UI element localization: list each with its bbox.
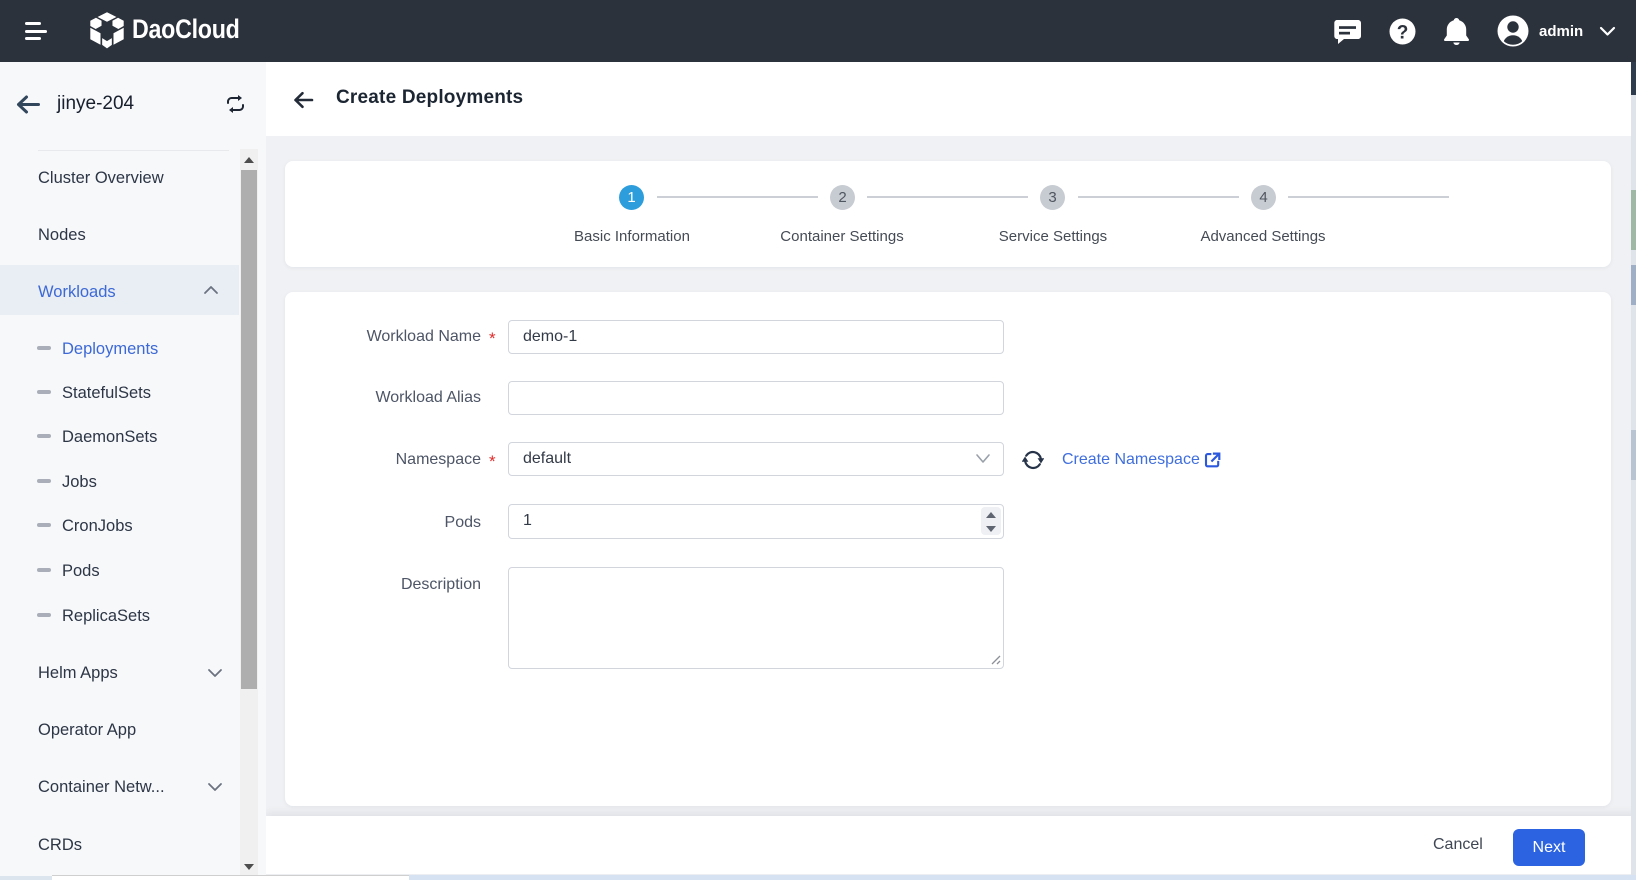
svg-text:?: ? bbox=[1397, 23, 1409, 44]
